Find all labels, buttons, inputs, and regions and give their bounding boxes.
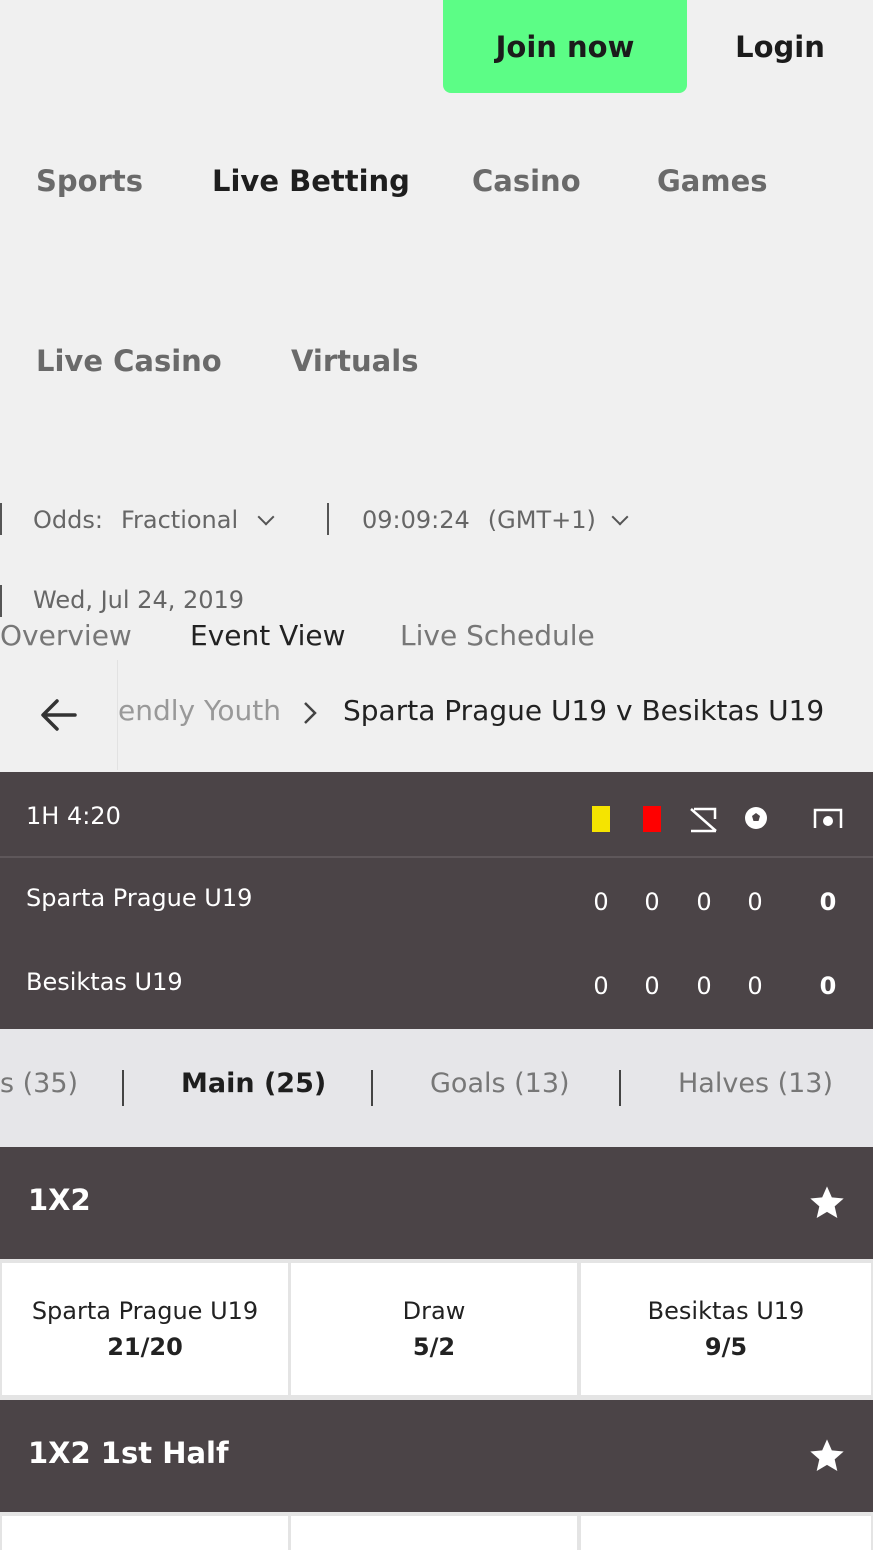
- selection-away[interactable]: Besiktas U19 9/5: [581, 1263, 871, 1395]
- team-name: Besiktas U19: [26, 968, 183, 996]
- nav-live-casino[interactable]: Live Casino: [36, 344, 222, 378]
- selection-name: Besiktas U19: [647, 1297, 805, 1325]
- nav-casino[interactable]: Casino: [472, 164, 581, 198]
- market-tab-halves[interactable]: Halves (13): [678, 1068, 833, 1099]
- red-cards-count: 0: [644, 888, 660, 916]
- divider: [619, 1070, 621, 1106]
- goal-net-icon: [813, 808, 843, 828]
- current-date: Wed, Jul 24, 2019: [33, 586, 245, 614]
- login-button[interactable]: Login: [700, 0, 860, 93]
- clock-time: 09:09:24: [362, 506, 470, 534]
- yellow-card-icon: [592, 806, 610, 832]
- red-card-icon: [643, 806, 661, 832]
- corners-count: 0: [696, 972, 712, 1000]
- tab-event-view[interactable]: Event View: [190, 619, 346, 652]
- tab-live-schedule[interactable]: Live Schedule: [400, 619, 595, 652]
- divider: [0, 503, 2, 535]
- divider: [371, 1070, 373, 1106]
- team-row-away: Besiktas U19 0 0 0 0 0: [0, 944, 873, 1028]
- selection-home[interactable]: Sparta Prague U19 21/20: [2, 1263, 288, 1395]
- divider: [0, 585, 2, 617]
- yellow-cards-count: 0: [593, 972, 609, 1000]
- selection-price: 21/20: [107, 1333, 183, 1361]
- tab-overview[interactable]: Overview: [0, 619, 132, 652]
- market-tab-all[interactable]: s (35): [0, 1068, 78, 1099]
- market-title: 1X2: [28, 1183, 91, 1217]
- nav-games[interactable]: Games: [657, 164, 768, 198]
- yellow-cards-count: 0: [593, 888, 609, 916]
- total-score: 0: [819, 888, 837, 916]
- selection-price: 9/5: [704, 1333, 748, 1361]
- match-clock: 1H 4:20: [26, 802, 121, 830]
- odds-format-select[interactable]: Odds: Fractional: [33, 503, 275, 537]
- goals-count: 0: [747, 972, 763, 1000]
- selection-name: Draw: [402, 1297, 466, 1325]
- arrow-left-icon: [40, 699, 77, 731]
- selection-draw[interactable]: [291, 1516, 577, 1550]
- corners-count: 0: [696, 888, 712, 916]
- join-now-button[interactable]: Join now: [443, 0, 687, 93]
- timezone-value: (GMT+1): [487, 506, 596, 534]
- market-header-1x2[interactable]: 1X2: [0, 1147, 873, 1259]
- nav-virtuals[interactable]: Virtuals: [291, 344, 418, 378]
- selection-away[interactable]: [581, 1516, 871, 1550]
- odds-label: Odds:: [33, 506, 103, 534]
- nav-live-betting[interactable]: Live Betting: [212, 164, 410, 198]
- football-icon: [745, 807, 767, 829]
- chevron-right-icon: [302, 700, 318, 730]
- total-score: 0: [819, 972, 837, 1000]
- chevron-down-icon: [257, 508, 275, 526]
- divider: [122, 1070, 124, 1106]
- corner-flag-icon: [690, 807, 717, 833]
- star-icon[interactable]: [807, 1183, 847, 1223]
- market-title: 1X2 1st Half: [28, 1436, 229, 1470]
- nav-sports[interactable]: Sports: [36, 164, 143, 198]
- team-name: Sparta Prague U19: [26, 884, 253, 912]
- chevron-down-icon: [611, 508, 629, 526]
- selection-price: 5/2: [412, 1333, 456, 1361]
- market-header-1x2-1st-half[interactable]: 1X2 1st Half: [0, 1400, 873, 1512]
- odds-value: Fractional: [120, 506, 239, 534]
- red-cards-count: 0: [644, 972, 660, 1000]
- goals-count: 0: [747, 888, 763, 916]
- selection-home[interactable]: [2, 1516, 288, 1550]
- scoreboard-header: 1H 4:20: [0, 772, 873, 858]
- star-icon[interactable]: [807, 1436, 847, 1476]
- selection-name: Sparta Prague U19: [31, 1297, 259, 1325]
- back-button[interactable]: [0, 660, 118, 770]
- market-tab-main[interactable]: Main (25): [181, 1068, 326, 1099]
- breadcrumb-current: Sparta Prague U19 v Besiktas U19: [343, 694, 825, 727]
- team-row-home: Sparta Prague U19 0 0 0 0 0: [0, 860, 873, 944]
- selection-draw[interactable]: Draw 5/2: [291, 1263, 577, 1395]
- breadcrumb-parent[interactable]: endly Youth: [118, 694, 281, 727]
- timezone-select[interactable]: 09:09:24 (GMT+1): [362, 503, 629, 537]
- scoreboard: 1H 4:20 Sparta Prague U19 0 0 0 0 0 Besi…: [0, 772, 873, 1029]
- divider: [327, 503, 329, 535]
- market-tab-goals[interactable]: Goals (13): [430, 1068, 570, 1099]
